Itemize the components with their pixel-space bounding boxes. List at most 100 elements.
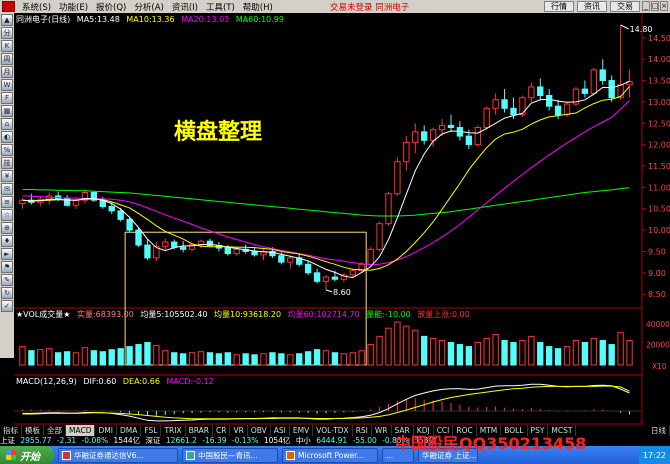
period-label[interactable]: 日线 xyxy=(648,425,670,436)
menu-quote[interactable]: 报价(Q) xyxy=(92,1,130,13)
vol-title: ★VOL成交量★ xyxy=(16,310,71,319)
menu-system[interactable]: 系统(S) xyxy=(18,1,55,13)
volume-bar xyxy=(331,352,339,366)
start-button[interactable]: 开始 xyxy=(0,446,54,464)
taskbar-item-tdx[interactable]: 华融证券通达信V6... xyxy=(58,447,178,463)
menu-tools[interactable]: 工具(T) xyxy=(202,1,239,13)
tab-asi[interactable]: ASI xyxy=(271,425,290,436)
toolbar-icon-7[interactable]: ▦ xyxy=(1,105,13,117)
sh-amount: 1544亿 xyxy=(113,436,141,445)
volume-bar xyxy=(171,352,178,366)
toolbar-icon-8[interactable]: ⌂ xyxy=(1,118,13,130)
taskbar-item-qq[interactable]: 中国股民—青讯... xyxy=(182,447,278,463)
y-tick-label: 9.00 xyxy=(648,269,666,278)
tab-dmi[interactable]: DMI xyxy=(95,425,117,436)
volume-bar xyxy=(429,337,437,366)
vol-ma60: 均量60:102714.70 xyxy=(287,310,360,319)
menu-analysis[interactable]: 分析(A) xyxy=(130,1,167,13)
volume-bar xyxy=(322,350,330,366)
toolbar-icon-16[interactable]: ⊕ xyxy=(1,222,13,234)
minimize-icon[interactable]: _ xyxy=(642,1,650,11)
system-tray: 17:22 xyxy=(638,446,670,464)
menu-function[interactable]: 功能(E) xyxy=(55,1,92,13)
tab-vol-tdx[interactable]: VOL-TDX xyxy=(313,425,353,436)
quote-button[interactable]: 行情 xyxy=(544,1,574,12)
tab-模板[interactable]: 模板 xyxy=(22,425,44,436)
toolbar-icon-4[interactable]: 月 xyxy=(1,66,13,78)
toolbar-icon-21[interactable]: ↻ xyxy=(1,287,13,299)
volume-bar xyxy=(153,345,160,366)
high-price-label: 14.80 xyxy=(630,25,653,34)
toolbar-icon-13[interactable]: ✉ xyxy=(1,183,13,195)
toolbar-icon-6[interactable]: F xyxy=(1,92,13,104)
volume-bar xyxy=(144,342,151,366)
tab-指标[interactable]: 指标 xyxy=(0,425,22,436)
menu-info[interactable]: 资讯(I) xyxy=(168,1,202,13)
toolbar-icon-9[interactable]: ◐ xyxy=(1,131,13,143)
tab-wr[interactable]: WR xyxy=(372,425,392,436)
tab-全部[interactable]: 全部 xyxy=(44,425,66,436)
volume-bar xyxy=(447,342,455,366)
news-button[interactable]: 资讯 xyxy=(577,1,607,12)
candle-body xyxy=(72,199,80,206)
toolbar-icon-18[interactable]: ► xyxy=(1,248,13,260)
trade-button[interactable]: 交易 xyxy=(610,1,640,12)
toolbar-icon-22[interactable]: ✓ xyxy=(1,300,13,312)
close-icon[interactable]: × xyxy=(660,1,668,11)
candle-body xyxy=(465,135,473,146)
top-button-group: 行情 资讯 交易 xyxy=(544,1,640,12)
toolbar-icon-17[interactable]: ♦ xyxy=(1,235,13,247)
candle-body xyxy=(162,241,169,247)
tab-rsi[interactable]: RSI xyxy=(353,425,372,436)
toolbar-icon-10[interactable]: % xyxy=(1,144,13,156)
tab-dma[interactable]: DMA xyxy=(117,425,142,436)
menu-bar: 系统(S) 功能(E) 报价(Q) 分析(A) 资讯(I) 工具(T) 帮助(H… xyxy=(0,0,670,13)
taskbar-item-powerpoint[interactable]: Microsoft Power... xyxy=(282,447,378,463)
candle-body xyxy=(528,86,535,99)
menu-help[interactable]: 帮助(H) xyxy=(239,1,277,13)
kline-chart[interactable]: 14.50 14.00 13.50 13.00 12.50 12.00 11.50 11.00… xyxy=(14,13,670,425)
volume-bar xyxy=(54,352,62,366)
volume-bar xyxy=(519,339,526,366)
tab-fsl[interactable]: FSL xyxy=(141,425,162,436)
tab-vr[interactable]: VR xyxy=(230,425,248,436)
toolbar-icon-15[interactable]: ☆ xyxy=(1,209,13,221)
maximize-icon[interactable]: □ xyxy=(651,1,659,11)
toolbar-icon-20[interactable]: ✎ xyxy=(1,274,13,286)
toolbar-icon-1[interactable]: 分 xyxy=(1,27,13,39)
toolbar-icon-2[interactable]: K xyxy=(1,40,13,52)
sh-label: 上证 xyxy=(0,436,15,445)
y-tick-label: 9.50 xyxy=(648,247,666,256)
volume-bar xyxy=(206,352,214,366)
toolbar-icon-12[interactable]: ¥ xyxy=(1,170,13,182)
tab-macd[interactable]: MACD xyxy=(66,425,96,436)
tab-emv[interactable]: EMV xyxy=(290,425,314,436)
toolbar-icon-14[interactable]: ≡ xyxy=(1,196,13,208)
candle-body xyxy=(447,124,455,129)
vol-actual: 实量:68393.00 xyxy=(76,310,134,319)
tab-obv[interactable]: OBV xyxy=(248,425,271,436)
watermark-text: 中国股民QQ350213458 xyxy=(395,434,587,453)
volume-bar xyxy=(72,352,80,366)
toolbar-icon-0[interactable]: ▲ xyxy=(1,14,13,26)
toolbar-icon-19[interactable]: ⚑ xyxy=(1,261,13,273)
app-logo-icon xyxy=(2,1,15,12)
windows-logo-icon xyxy=(6,450,16,460)
volume-bar xyxy=(456,344,464,366)
volume-bar xyxy=(313,349,321,366)
tab-brar[interactable]: BRAR xyxy=(186,425,214,436)
candlesticks xyxy=(19,25,633,290)
toolbar-icon-5[interactable]: W xyxy=(1,79,13,91)
candle-body xyxy=(251,250,258,256)
volume-bar xyxy=(528,335,535,366)
toolbar-icon-3[interactable]: 周 xyxy=(1,53,13,65)
volume-bar xyxy=(465,346,473,366)
ma60-line xyxy=(22,187,630,217)
tab-cr[interactable]: CR xyxy=(213,425,231,436)
tab-trix[interactable]: TRIX xyxy=(161,425,186,436)
volume-bar xyxy=(99,351,106,366)
toolbar-icon-11[interactable]: 技 xyxy=(1,157,13,169)
stock-name: 同洲电子(日线) xyxy=(16,15,71,24)
sz-pct: -0.13% xyxy=(231,436,259,445)
candle-body xyxy=(501,99,508,109)
